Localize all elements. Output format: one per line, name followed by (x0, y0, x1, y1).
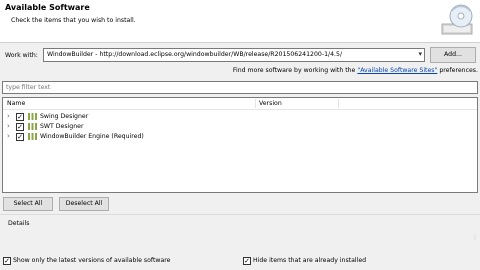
tree-row[interactable]: › ✓ WindowBuilder Engine (Required) (3, 132, 477, 142)
find-more-suffix: preferences. (437, 67, 478, 74)
details-separator (0, 214, 480, 215)
dialog-header: Available Software Check the items that … (0, 0, 480, 42)
checkbox[interactable]: ✓ (243, 257, 251, 265)
chevron-right-icon[interactable]: › (7, 132, 10, 140)
package-icon (28, 123, 37, 130)
show-latest-label: Show only the latest versions of availab… (13, 257, 171, 264)
filter-field[interactable] (2, 81, 478, 94)
available-software-sites-link[interactable]: "Available Software Sites" (357, 67, 437, 74)
chevron-right-icon[interactable]: › (7, 112, 10, 120)
tree-item-label: WindowBuilder Engine (Required) (40, 133, 144, 140)
column-version-header[interactable]: Version (259, 100, 282, 107)
tree-item-label: Swing Designer (40, 113, 89, 120)
add-site-button[interactable]: Add... (430, 47, 476, 63)
chevron-right-icon[interactable]: › (7, 122, 10, 130)
checkbox[interactable]: ✓ (16, 123, 24, 131)
tree-row[interactable]: › ✓ SWT Designer (3, 122, 477, 132)
find-more-prefix: Find more software by working with the (232, 67, 358, 74)
work-with-value: WindowBuilder - http://download.eclipse.… (47, 51, 343, 58)
tree-row[interactable]: › ✓ Swing Designer (3, 112, 477, 122)
chevron-down-icon[interactable]: ▾ (418, 50, 422, 58)
package-icon (28, 113, 37, 120)
details-area (0, 230, 480, 252)
deselect-all-button[interactable]: Deselect All (59, 197, 109, 211)
tree-header: Name Version (3, 98, 477, 110)
column-divider[interactable] (338, 99, 339, 108)
checkbox[interactable]: ✓ (16, 133, 24, 141)
resize-grip-icon[interactable]: ⋮ (472, 234, 478, 244)
header-separator (0, 42, 480, 43)
work-with-label: Work with: (5, 52, 38, 59)
install-wizard-icon (440, 2, 478, 40)
column-divider[interactable] (255, 99, 256, 108)
work-with-combo[interactable]: WindowBuilder - http://download.eclipse.… (43, 48, 425, 62)
page-title: Available Software (5, 3, 90, 12)
details-label: Details (8, 220, 30, 227)
select-all-button[interactable]: Select All (3, 197, 53, 211)
checkbox[interactable]: ✓ (16, 113, 24, 121)
checkbox[interactable]: ✓ (3, 257, 11, 265)
filter-input[interactable] (3, 82, 466, 93)
find-more-text: Find more software by working with the "… (233, 67, 478, 74)
hide-installed-label: Hide items that are already installed (253, 257, 367, 264)
software-tree[interactable]: Name Version › ✓ Swing Designer › ✓ SWT … (2, 97, 478, 193)
package-icon (28, 133, 37, 140)
column-name-header[interactable]: Name (7, 100, 25, 107)
tree-item-label: SWT Designer (40, 123, 84, 130)
page-description: Check the items that you wish to install… (11, 17, 136, 24)
